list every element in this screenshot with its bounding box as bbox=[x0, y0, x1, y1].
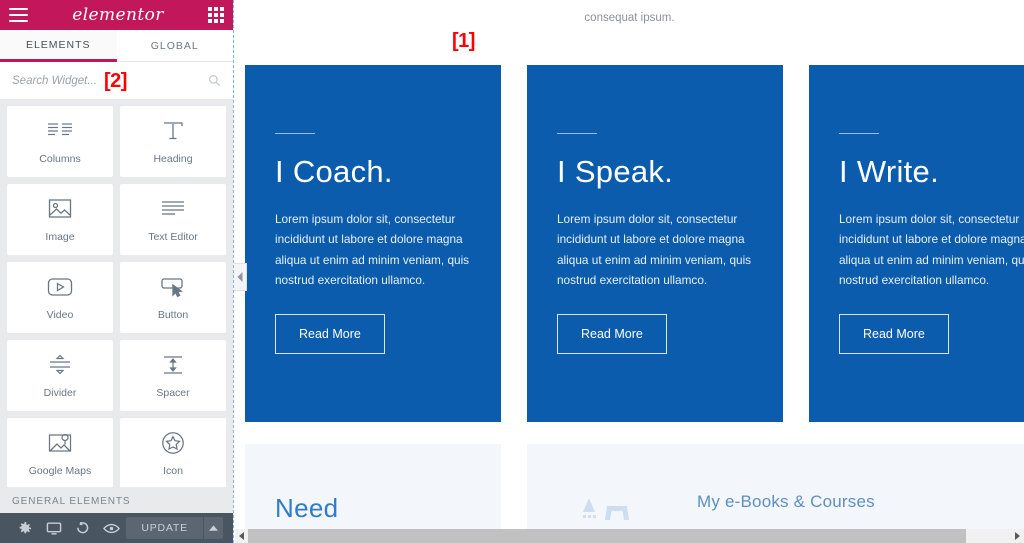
scrollbar-thumb[interactable] bbox=[248, 529, 966, 543]
card-rule bbox=[275, 132, 315, 134]
widget-label: Text Editor bbox=[148, 231, 198, 243]
divider-icon bbox=[47, 352, 73, 378]
read-more-button[interactable]: Read More bbox=[557, 314, 667, 355]
spacer-arrows-icon bbox=[160, 352, 186, 378]
columns-icon bbox=[47, 118, 73, 144]
video-play-icon bbox=[47, 274, 73, 300]
hamburger-icon[interactable] bbox=[9, 8, 28, 22]
card-body: Lorem ipsum dolor sit, consectetur incid… bbox=[839, 211, 1024, 287]
grid-apps-icon[interactable] bbox=[207, 7, 224, 23]
card-rule bbox=[839, 132, 879, 134]
ebooks-decorative-icon bbox=[583, 498, 629, 520]
card-body: Lorem ipsum dolor sit, consectetur incid… bbox=[557, 211, 752, 287]
panel-footer: UPDATE bbox=[0, 513, 233, 543]
card-title: I Coach. bbox=[275, 153, 393, 189]
gear-icon[interactable] bbox=[10, 513, 39, 543]
elementor-logo: elementor bbox=[72, 5, 164, 25]
google-maps-icon bbox=[48, 430, 72, 456]
widget-label: Button bbox=[157, 309, 189, 321]
widget-label: Google Maps bbox=[28, 465, 92, 477]
card-write[interactable]: I Write. Lorem ipsum dolor sit, consecte… bbox=[809, 65, 1024, 422]
star-circle-icon bbox=[161, 430, 185, 456]
panel-header: elementor bbox=[0, 0, 233, 30]
tab-global[interactable]: GLOBAL bbox=[116, 30, 233, 62]
tab-elements[interactable]: ELEMENTS bbox=[0, 30, 117, 62]
heading-t-icon bbox=[161, 118, 185, 144]
widget-image[interactable]: Image bbox=[7, 184, 113, 255]
panel-tabs: ELEMENTS GLOBAL bbox=[0, 30, 233, 62]
annotation-marker-2: [2] bbox=[104, 70, 127, 92]
need-heading: Need bbox=[275, 493, 339, 523]
widget-video[interactable]: Video bbox=[7, 262, 113, 333]
widget-label: Columns bbox=[39, 153, 81, 165]
widget-label: Heading bbox=[153, 153, 193, 165]
widget-label: Video bbox=[46, 309, 74, 321]
history-revert-icon[interactable] bbox=[68, 513, 97, 543]
button-cursor-icon bbox=[160, 274, 186, 300]
widget-icon[interactable]: Icon bbox=[120, 418, 226, 487]
widget-grid: Columns Heading Image Text Editor Video … bbox=[0, 100, 233, 487]
card-title: I Speak. bbox=[557, 153, 674, 189]
top-paragraph-text: consequat ipsum. bbox=[584, 12, 675, 24]
widget-text-editor[interactable]: Text Editor bbox=[120, 184, 226, 255]
general-elements-section-title: GENERAL ELEMENTS bbox=[0, 487, 233, 513]
ebooks-heading: My e-Books & Courses bbox=[697, 492, 875, 511]
read-more-button[interactable]: Read More bbox=[275, 314, 385, 355]
widget-columns[interactable]: Columns bbox=[7, 106, 113, 177]
caret-left-icon[interactable] bbox=[235, 529, 248, 543]
need-section[interactable]: Need bbox=[245, 444, 501, 534]
widget-spacer[interactable]: Spacer bbox=[120, 340, 226, 411]
panel-collapse-handle[interactable] bbox=[234, 263, 247, 291]
scrollbar-track[interactable] bbox=[248, 529, 1011, 543]
card-coach[interactable]: I Coach. Lorem ipsum dolor sit, consecte… bbox=[245, 65, 501, 422]
monitor-icon[interactable] bbox=[39, 513, 68, 543]
text-lines-icon bbox=[161, 196, 185, 222]
widget-label: Image bbox=[45, 231, 75, 243]
image-icon bbox=[48, 196, 72, 222]
update-button[interactable]: UPDATE bbox=[126, 517, 203, 539]
preview-canvas: consequat ipsum. I Coach. Lorem ipsum do… bbox=[235, 0, 1024, 543]
widget-label: Icon bbox=[163, 465, 183, 477]
card-body: Lorem ipsum dolor sit, consectetur incid… bbox=[275, 211, 470, 287]
search-icon[interactable] bbox=[208, 74, 221, 87]
widget-heading[interactable]: Heading bbox=[120, 106, 226, 177]
widget-label: Spacer bbox=[156, 387, 190, 399]
read-more-button[interactable]: Read More bbox=[839, 314, 949, 355]
card-title: I Write. bbox=[839, 153, 940, 189]
services-cards-row: I Coach. Lorem ipsum dolor sit, consecte… bbox=[245, 65, 1024, 422]
widget-label: Divider bbox=[43, 387, 77, 399]
card-rule bbox=[557, 132, 597, 134]
caret-right-icon[interactable] bbox=[1011, 529, 1024, 543]
widget-divider[interactable]: Divider bbox=[7, 340, 113, 411]
elementor-editor: elementor ELEMENTS GLOBAL Search Widget.… bbox=[0, 0, 1024, 543]
annotation-marker-1: [1] bbox=[452, 30, 475, 52]
card-speak[interactable]: I Speak. Lorem ipsum dolor sit, consecte… bbox=[527, 65, 783, 422]
horizontal-scrollbar[interactable] bbox=[235, 529, 1024, 543]
eye-icon[interactable] bbox=[97, 513, 126, 543]
widget-google-maps[interactable]: Google Maps bbox=[7, 418, 113, 487]
widget-button[interactable]: Button bbox=[120, 262, 226, 333]
ebooks-section[interactable]: My e-Books & Courses bbox=[527, 444, 1024, 534]
chevron-up-icon[interactable] bbox=[202, 517, 224, 539]
